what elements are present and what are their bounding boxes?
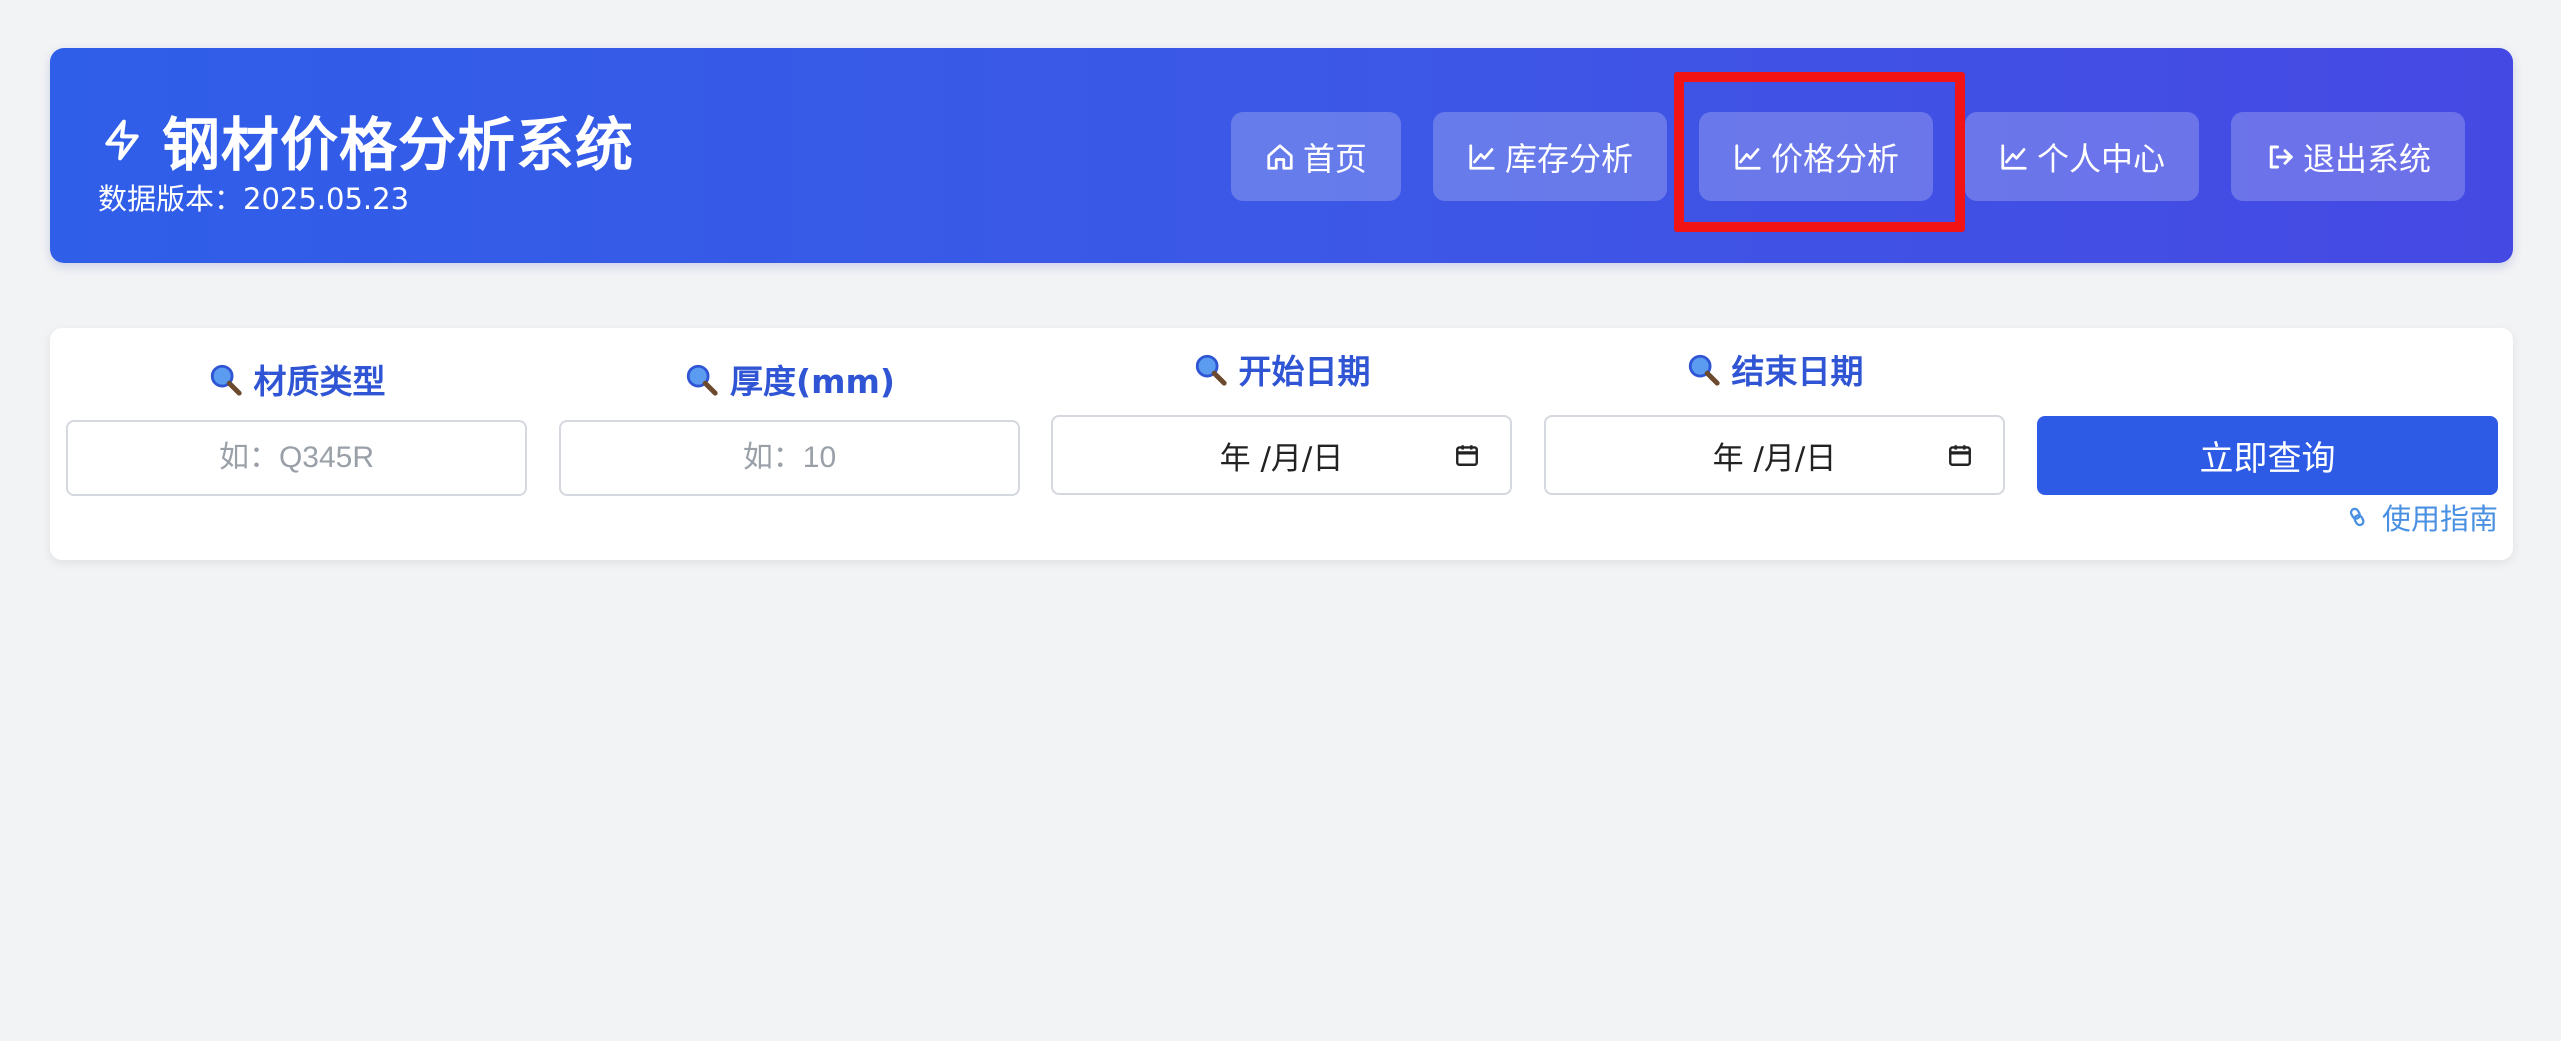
app-header: 钢材价格分析系统 数据版本：2025.05.23 首页 库存分析 价格分析 个人… bbox=[50, 48, 2513, 263]
nav-profile-label: 个人中心 bbox=[2036, 139, 2165, 178]
thickness-field: 厚度(mm) bbox=[559, 355, 1020, 496]
magnifier-icon bbox=[1195, 354, 1227, 386]
magnifier-icon bbox=[1688, 354, 1720, 386]
calendar-icon[interactable] bbox=[1454, 442, 1480, 468]
material-label: 材质类型 bbox=[66, 355, 527, 403]
home-icon bbox=[1267, 143, 1293, 170]
data-version: 数据版本：2025.05.23 bbox=[98, 182, 410, 216]
material-input[interactable] bbox=[66, 420, 527, 496]
end-date-input[interactable]: 年 /月/日 bbox=[1544, 415, 2005, 495]
nav-profile-button[interactable]: 个人中心 bbox=[1964, 112, 2199, 201]
query-button[interactable]: 立即查询 bbox=[2037, 416, 2498, 495]
thickness-label: 厚度(mm) bbox=[559, 355, 1020, 403]
start-date-label-text: 开始日期 bbox=[1238, 352, 1371, 391]
thickness-label-text: 厚度(mm) bbox=[730, 362, 895, 401]
sign-out-icon bbox=[2269, 145, 2293, 168]
nav-inventory-analysis-label: 库存分析 bbox=[1504, 139, 1633, 178]
nav-inventory-analysis-button[interactable]: 库存分析 bbox=[1432, 112, 1667, 201]
usage-guide-link[interactable]: 使用指南 bbox=[2346, 496, 2498, 538]
calendar-icon[interactable] bbox=[1947, 442, 1973, 468]
nav-home-button[interactable]: 首页 bbox=[1230, 112, 1401, 201]
start-date-input[interactable]: 年 /月/日 bbox=[1051, 415, 1512, 495]
end-date-label-text: 结束日期 bbox=[1731, 352, 1864, 391]
nav-price-analysis-button[interactable]: 价格分析 bbox=[1698, 112, 1933, 201]
magnifier-icon bbox=[686, 364, 718, 396]
bolt-icon bbox=[105, 119, 139, 161]
nav-logout-label: 退出系统 bbox=[2302, 139, 2431, 178]
start-date-value: 年 /月/日 bbox=[1219, 440, 1344, 477]
start-date-label: 开始日期 bbox=[1051, 345, 1512, 393]
start-date-field: 开始日期 年 /月/日 bbox=[1051, 345, 1512, 495]
link-icon bbox=[2349, 507, 2365, 527]
thickness-input[interactable] bbox=[559, 420, 1020, 496]
end-date-value: 年 /月/日 bbox=[1712, 440, 1837, 477]
magnifier-icon bbox=[210, 364, 242, 396]
material-field: 材质类型 bbox=[66, 355, 527, 496]
usage-guide-label: 使用指南 bbox=[2381, 502, 2498, 536]
chart-line-icon bbox=[1469, 143, 1495, 170]
app-title: 钢材价格分析系统 bbox=[162, 111, 635, 179]
nav-logout-button[interactable]: 退出系统 bbox=[2230, 112, 2465, 201]
material-label-text: 材质类型 bbox=[253, 362, 386, 401]
title-row: 钢材价格分析系统 bbox=[100, 98, 634, 182]
chart-line-icon bbox=[1735, 143, 1761, 170]
end-date-label: 结束日期 bbox=[1544, 345, 2005, 393]
nav-home-label: 首页 bbox=[1302, 139, 1367, 178]
end-date-field: 结束日期 年 /月/日 bbox=[1544, 345, 2005, 495]
top-nav: 首页 库存分析 价格分析 个人中心 退出系统 bbox=[1199, 112, 2465, 201]
nav-price-analysis-label: 价格分析 bbox=[1770, 139, 1899, 178]
chart-line-icon bbox=[2001, 143, 2027, 170]
